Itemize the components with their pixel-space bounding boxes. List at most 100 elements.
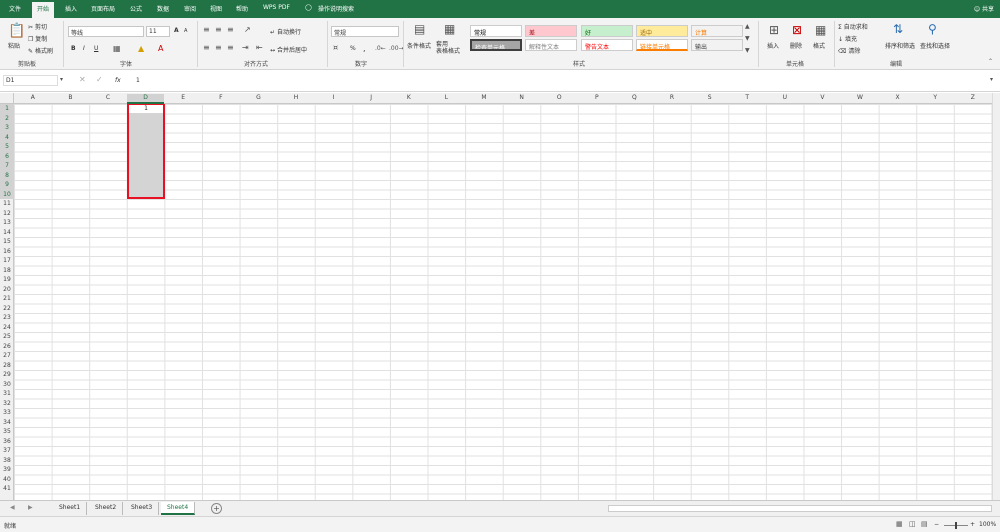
comma-button[interactable]: , <box>363 44 366 53</box>
border-icon[interactable]: ▦ <box>113 45 121 53</box>
cut-button[interactable]: ✂ 剪切 <box>28 22 47 31</box>
formula-input[interactable]: 1 <box>136 77 140 84</box>
row-header[interactable]: 10 <box>0 189 14 199</box>
gallery-up-icon[interactable]: ▲ <box>745 23 750 31</box>
column-header[interactable]: Q <box>616 94 654 104</box>
sheet-tab-4[interactable]: Sheet4 <box>161 502 196 515</box>
row-header[interactable]: 37 <box>0 446 14 456</box>
menu-wps-pdf[interactable]: WPS PDF <box>263 4 290 11</box>
zoom-in-button[interactable]: + <box>970 521 975 528</box>
menu-data[interactable]: 数据 <box>157 4 169 13</box>
cell-style-6[interactable]: 解释性文本 <box>525 39 577 51</box>
sheet-tab-3[interactable]: Sheet3 <box>125 502 160 515</box>
font-size-select[interactable]: 11 <box>146 26 170 37</box>
column-header[interactable]: N <box>503 94 541 104</box>
conditional-format-icon[interactable]: ▤ <box>414 23 425 35</box>
row-header[interactable]: 27 <box>0 351 14 361</box>
name-box-dropdown-icon[interactable]: ▾ <box>60 76 63 84</box>
row-header[interactable]: 33 <box>0 408 14 418</box>
align-bottom-icon[interactable]: ≡ <box>227 26 234 34</box>
row-header[interactable]: 23 <box>0 313 14 323</box>
row-header[interactable]: 7 <box>0 161 14 171</box>
indent-icon[interactable]: ⇥ <box>242 44 249 52</box>
sheet-tab-2[interactable]: Sheet2 <box>89 502 124 515</box>
row-header[interactable]: 4 <box>0 132 14 142</box>
copy-button[interactable]: ❐ 复制 <box>28 34 47 43</box>
column-header[interactable]: V <box>804 94 842 104</box>
row-header[interactable]: 2 <box>0 113 14 123</box>
column-header[interactable]: U <box>766 94 804 104</box>
row-header[interactable]: 19 <box>0 275 14 285</box>
column-header[interactable]: K <box>390 94 428 104</box>
column-header[interactable]: X <box>879 94 917 104</box>
page-layout-view-icon[interactable]: ◫ <box>909 520 916 528</box>
column-header[interactable]: D <box>126 94 165 104</box>
next-sheet-icon[interactable]: ▶ <box>28 504 33 512</box>
table-format-icon[interactable]: ▦ <box>444 23 455 35</box>
fill-color-icon[interactable]: ▲ <box>138 45 144 53</box>
menu-home[interactable]: 开始 <box>32 2 55 18</box>
row-header[interactable]: 16 <box>0 247 14 257</box>
cell-style-8[interactable]: 链接单元格 <box>636 39 688 51</box>
align-left-icon[interactable]: ≡ <box>203 44 210 52</box>
row-header[interactable]: 39 <box>0 465 14 475</box>
row-header[interactable]: 26 <box>0 342 14 352</box>
row-header[interactable]: 14 <box>0 228 14 238</box>
add-sheet-button[interactable]: + <box>211 503 222 514</box>
zoom-slider-thumb[interactable] <box>955 522 957 529</box>
selected-range[interactable] <box>127 104 165 199</box>
sheet-tab-1[interactable]: Sheet1 <box>53 502 88 515</box>
autosum-button[interactable]: Σ 自动求和 <box>838 22 868 31</box>
bold-button[interactable]: B <box>71 45 76 52</box>
row-header[interactable]: 38 <box>0 456 14 466</box>
row-header[interactable]: 22 <box>0 304 14 314</box>
align-right-icon[interactable]: ≡ <box>227 44 234 52</box>
column-header[interactable]: C <box>89 94 127 104</box>
wrap-text-button[interactable]: ↵ 自动换行 <box>270 27 301 36</box>
merge-center-button[interactable]: ↔ 合并后居中 <box>270 45 307 54</box>
cell-style-0[interactable]: 常规 <box>470 25 522 37</box>
prev-sheet-icon[interactable]: ◀ <box>10 504 15 512</box>
column-header[interactable]: A <box>14 94 52 104</box>
name-box[interactable]: D1 <box>3 75 58 86</box>
select-all-button[interactable] <box>0 93 14 104</box>
row-header[interactable]: 20 <box>0 285 14 295</box>
zoom-level[interactable]: 100% <box>979 521 996 528</box>
menu-file[interactable]: 文件 <box>9 4 21 13</box>
menu-insert[interactable]: 插入 <box>65 4 77 13</box>
column-header[interactable]: B <box>52 94 90 104</box>
row-header[interactable]: 1 <box>0 104 14 114</box>
row-header[interactable]: 30 <box>0 380 14 390</box>
format-cells-icon[interactable]: ▦ <box>815 24 826 36</box>
normal-view-icon[interactable]: ▦ <box>896 520 903 528</box>
tell-me-search[interactable]: 操作说明搜索 <box>318 4 354 13</box>
insert-function-button[interactable]: fx <box>115 77 121 84</box>
row-header[interactable]: 25 <box>0 332 14 342</box>
paste-button[interactable]: 粘贴 <box>8 41 20 50</box>
row-header[interactable]: 5 <box>0 142 14 152</box>
cell-style-3[interactable]: 适中 <box>636 25 688 37</box>
horizontal-scrollbar[interactable] <box>608 505 992 512</box>
format-cells-button[interactable]: 格式 <box>813 41 825 50</box>
row-header[interactable]: 31 <box>0 389 14 399</box>
column-header[interactable]: J <box>352 94 390 104</box>
font-name-select[interactable]: 等线 <box>68 26 144 37</box>
row-header[interactable]: 12 <box>0 209 14 219</box>
column-header[interactable]: H <box>277 94 315 104</box>
italic-button[interactable]: I <box>83 45 85 52</box>
insert-cells-icon[interactable]: ⊞ <box>769 24 779 36</box>
cancel-icon[interactable]: ✕ <box>79 76 86 84</box>
row-header[interactable]: 21 <box>0 294 14 304</box>
expand-formula-icon[interactable]: ▾ <box>990 76 993 84</box>
row-header[interactable]: 29 <box>0 370 14 380</box>
sort-filter-icon[interactable]: ⇅ <box>893 23 903 35</box>
shrink-font-button[interactable]: A <box>184 28 187 34</box>
delete-cells-icon[interactable]: ⊠ <box>792 24 802 36</box>
row-header[interactable]: 6 <box>0 151 14 161</box>
format-painter-button[interactable]: ✎ 格式刷 <box>28 46 53 55</box>
gallery-more-icon[interactable]: ▼ <box>745 47 750 55</box>
row-header[interactable]: 41 <box>0 484 14 494</box>
cell-style-9[interactable]: 输出 <box>691 39 743 51</box>
underline-button[interactable]: U <box>94 45 98 52</box>
column-header[interactable]: Y <box>916 94 954 104</box>
